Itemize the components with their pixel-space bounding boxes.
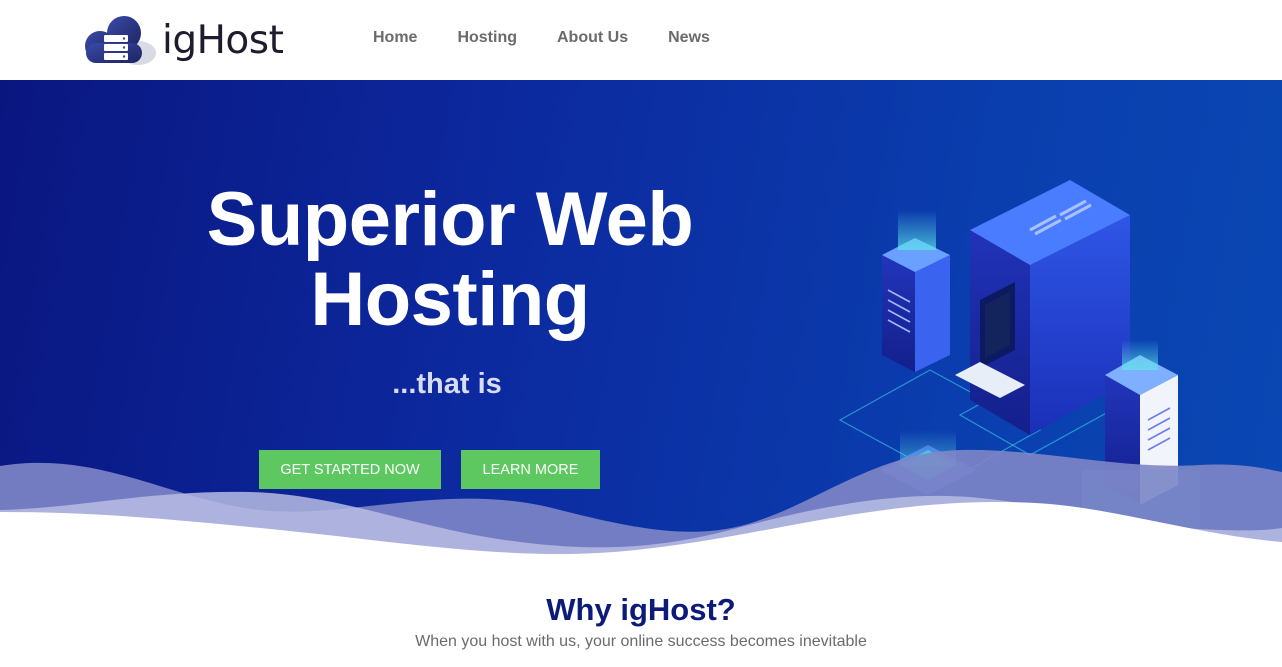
why-section-title: Why igHost? — [546, 592, 736, 627]
hero-title-line-2: Hosting — [310, 257, 590, 342]
site-header: igHost Home Hosting About Us News — [0, 0, 1282, 80]
learn-more-button[interactable]: LEARN MORE — [461, 450, 600, 489]
hero-title-line-1: Superior Web — [206, 177, 694, 262]
main-nav: Home Hosting About Us News — [373, 28, 750, 48]
logo-text: igHost — [162, 17, 284, 63]
nav-news[interactable]: News — [668, 28, 710, 48]
nav-home[interactable]: Home — [373, 28, 417, 48]
logo[interactable]: igHost — [80, 12, 295, 68]
cloud-server-logo-icon — [85, 16, 156, 65]
get-started-button[interactable]: GET STARTED NOW — [259, 450, 441, 489]
hero-section: Superior Web Hosting ...that is GET STAR… — [0, 80, 1282, 560]
nav-about-us[interactable]: About Us — [557, 28, 628, 48]
hero-title: Superior Web Hosting — [150, 180, 750, 340]
nav-hosting[interactable]: Hosting — [457, 28, 517, 48]
hero-subtitle: ...that is — [392, 368, 502, 400]
why-section-subtitle: When you host with us, your online succe… — [415, 633, 867, 650]
